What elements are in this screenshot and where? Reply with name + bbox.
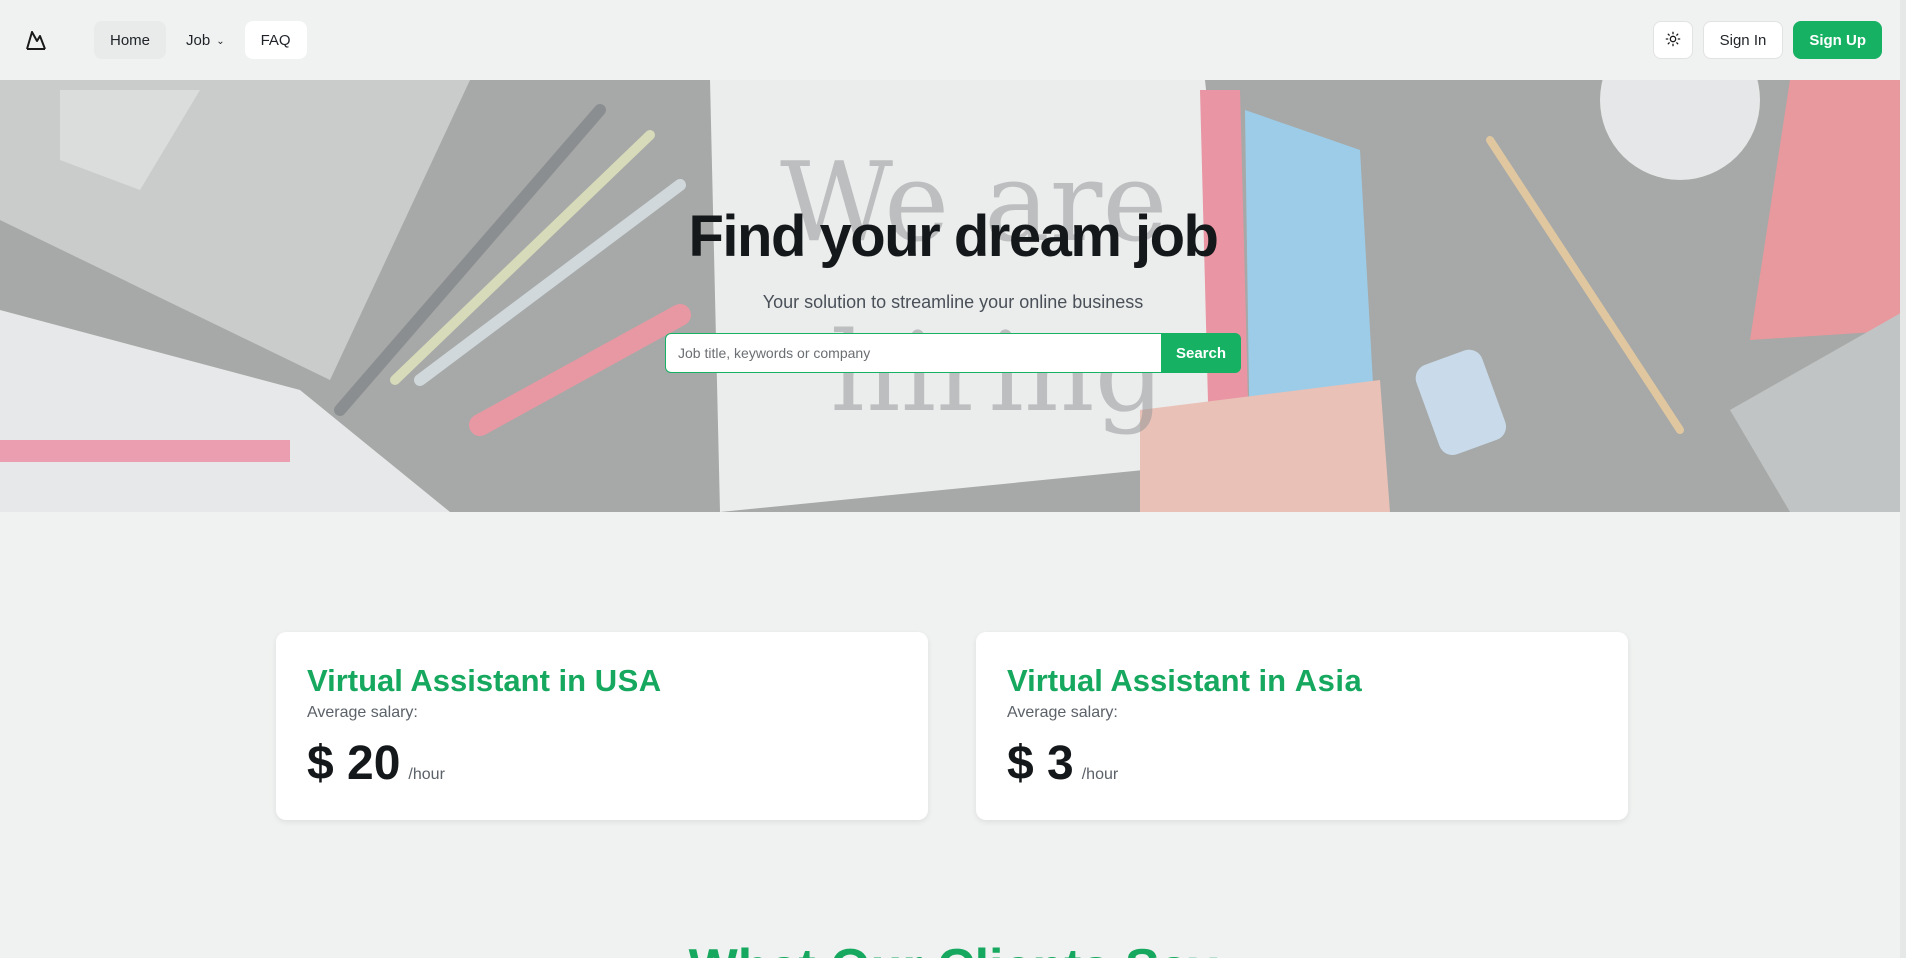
sign-up-button[interactable]: Sign Up <box>1793 21 1882 59</box>
sun-icon <box>1665 31 1681 50</box>
hero-title: Find your dream job <box>688 204 1220 269</box>
mountain-logo-icon[interactable] <box>24 28 48 52</box>
card-title-prefix: Virtual Assistant in <box>307 663 595 698</box>
card-region: USA <box>594 663 662 698</box>
search-button[interactable]: Search <box>1161 333 1241 373</box>
nav-actions: Sign In Sign Up <box>1652 21 1882 59</box>
nav-job-dropdown[interactable]: Job ⌄ <box>170 21 241 59</box>
salary-unit: /hour <box>1081 766 1119 784</box>
job-search-input[interactable] <box>665 333 1161 373</box>
hero-subtitle: Your solution to streamline your online … <box>762 292 1144 312</box>
nav-job-label: Job <box>186 31 211 49</box>
top-navbar: Home Job ⌄ FAQ Sign In Sign Up <box>0 0 1906 80</box>
clients-section-heading: What Our Clients Say <box>0 938 1906 958</box>
theme-toggle-button[interactable] <box>1652 21 1693 59</box>
salary-cards: Virtual Assistant in USA Average salary:… <box>276 632 1628 820</box>
job-search-bar: Search <box>665 333 1241 373</box>
salary-value: $ 20 <box>307 737 401 791</box>
hero-content: Find your dream job Your solution to str… <box>0 80 1906 512</box>
salary-card-asia: Virtual Assistant in Asia Average salary… <box>976 632 1628 820</box>
salary-amount: $ 20 /hour <box>307 736 897 791</box>
salary-card-usa: Virtual Assistant in USA Average salary:… <box>276 632 928 820</box>
card-title: Virtual Assistant in Asia <box>1007 663 1597 698</box>
salary-amount: $ 3 /hour <box>1007 736 1597 791</box>
nav-home-link[interactable]: Home <box>94 21 167 59</box>
nav-faq-link[interactable]: FAQ <box>244 21 307 59</box>
salary-value: $ 3 <box>1007 737 1074 791</box>
sign-in-button[interactable]: Sign In <box>1702 21 1784 59</box>
average-salary-label: Average salary: <box>307 704 418 722</box>
card-title: Virtual Assistant in USA <box>307 663 897 698</box>
card-title-prefix: Virtual Assistant in <box>1007 663 1295 698</box>
average-salary-label: Average salary: <box>1007 704 1118 722</box>
salary-unit: /hour <box>408 766 445 784</box>
page-scrollbar[interactable] <box>1900 0 1906 958</box>
hero-section: We are hiring Find your dream job Your s… <box>0 80 1906 512</box>
nav-links: Home Job ⌄ FAQ <box>94 21 311 59</box>
chevron-down-icon: ⌄ <box>216 35 225 47</box>
card-region: Asia <box>1294 663 1363 698</box>
